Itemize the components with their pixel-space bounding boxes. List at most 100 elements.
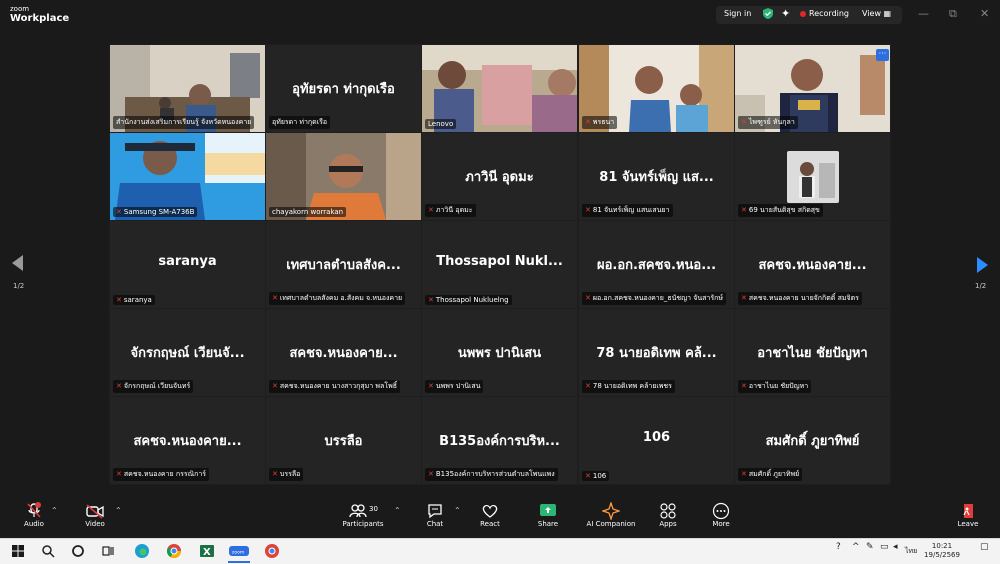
mic-muted-icon: ✕ (585, 472, 591, 480)
participant-label-text: Lenovo (428, 120, 454, 128)
pen-icon[interactable]: ✎ (866, 543, 874, 552)
participant-tile[interactable]: Lenovo (422, 45, 577, 132)
excel-icon[interactable]: X (199, 543, 215, 559)
restore-button[interactable]: ⧉ (949, 7, 957, 21)
participant-tile[interactable]: 78 นายอดิเทพ คล้... ✕ 78 นายอดิเทพ คล้ายเพ… (579, 309, 734, 396)
participant-tile[interactable]: นพพร ปานิเสน ✕ นพพร ปานิเสน (422, 309, 577, 396)
shield-check-icon[interactable] (763, 8, 773, 19)
search-icon[interactable] (40, 543, 56, 559)
participant-label-text: ไพฑูรย์ หันกุลา (748, 118, 795, 126)
audio-options-chevron-icon[interactable]: ⌃ (51, 506, 58, 515)
windows-start-icon[interactable] (10, 543, 26, 559)
participant-label-text: 106 (592, 472, 607, 480)
participant-display-name: ภาวินี อุดมะ (465, 170, 534, 185)
participant-tile[interactable]: สคชจ.หนองคาย... ✕ สคชจ.หนองคาย นายจักกิตติ… (735, 221, 890, 308)
participant-name-label: ✕ สคชจ.หนองคาย กรรณิการ์ (113, 468, 210, 481)
clock[interactable]: 10:21 19/5/2569 (922, 542, 962, 560)
participant-tile[interactable]: Thossapol Nukl... ✕ Thossapol Nukluelng (422, 221, 577, 308)
tray-chevron-icon[interactable]: ^ (852, 543, 860, 552)
participants-button[interactable]: 30 Participants (333, 502, 393, 528)
recording-indicator[interactable]: Recording (800, 9, 849, 18)
language-indicator[interactable]: ไทย (905, 547, 917, 556)
next-page-arrow-icon[interactable] (977, 257, 988, 273)
participant-tile[interactable]: chayakorn worrakan (266, 133, 421, 220)
participant-tile[interactable]: บรรลือ ✕ บรรลือ (266, 397, 421, 484)
sparkle-icon[interactable]: ✦ (781, 7, 790, 20)
participant-tile[interactable]: B135องค์การบริห... ✕ B135องค์การบริหารส่วน… (422, 397, 577, 484)
participant-label-text: B135องค์การบริหารส่วนตำบลโพนแพง (435, 470, 555, 478)
participant-tile[interactable]: ✕ 69 นายสันติสุข สกิดสุข (735, 133, 890, 220)
mic-muted-icon: ✕ (741, 118, 747, 126)
chrome-window-icon[interactable] (264, 543, 280, 559)
participant-tile[interactable]: ผอ.อก.สคชจ.หนอ... ✕ ผอ.อก.สคชจ.หนองคาย_ธนั… (579, 221, 734, 308)
participant-label-text: สำนักงานส่งเสริมการเรียนรู้ จังหวัดหนองค… (116, 118, 252, 126)
mic-muted-icon: ✕ (428, 296, 434, 304)
mic-muted-icon: ✕ (116, 208, 122, 216)
edge-browser-icon[interactable] (134, 543, 150, 559)
participant-name-label: ✕ อาชาไนย ชัยปัญหา (738, 380, 812, 393)
participant-tile[interactable]: สำนักงานส่งเสริมการเรียนรู้ จังหวัดหนองค… (110, 45, 265, 132)
participant-tile[interactable]: 106 ✕ 106 (579, 397, 734, 484)
participant-display-name: สคชจ.หนองคาย... (133, 434, 242, 449)
record-dot-icon (800, 10, 806, 17)
participant-tile[interactable]: ✕ พรธนา (579, 45, 734, 132)
participants-count: 30 (369, 505, 378, 513)
close-button[interactable]: ✕ (980, 7, 989, 20)
more-button[interactable]: More (691, 502, 751, 528)
participant-tile[interactable]: สคชจ.หนองคาย... ✕ สคชจ.หนองคาย นางสาวกุสุม… (266, 309, 421, 396)
participant-tile[interactable]: จักรกฤษณ์ เวียนจั... ✕ จักรกฤษณ์ เวียนจันท… (110, 309, 265, 396)
sign-in-link[interactable]: Sign in (724, 9, 751, 18)
gallery-options-button[interactable]: ··· (876, 49, 889, 61)
participant-display-name: เทศบาลตำบลสังค... (286, 258, 401, 273)
apps-button[interactable]: Apps (638, 502, 698, 528)
participant-tile[interactable]: saranya ✕ saranya (110, 221, 265, 308)
apps-icon (638, 502, 698, 520)
mic-muted-icon: ✕ (428, 382, 434, 390)
leave-door-icon (938, 502, 998, 520)
ai-companion-button[interactable]: AI Companion (581, 500, 641, 528)
participant-name-label: ✕ 106 (582, 471, 610, 481)
mic-muted-icon: ✕ (741, 470, 747, 478)
task-view-icon[interactable] (100, 543, 116, 559)
clock-time: 10:21 (931, 542, 953, 550)
network-icon[interactable]: ▭ (880, 543, 889, 552)
ai-sparkle-icon (581, 500, 641, 522)
participant-tile[interactable]: ภาวินี อุดมะ ✕ ภาวินี อุดมะ (422, 133, 577, 220)
participant-label-text: Samsung SM-A736B (123, 208, 195, 216)
view-button[interactable]: View ▦ (862, 9, 891, 18)
participant-tile[interactable]: อาชาไนย ชัยปัญหา ✕ อาชาไนย ชัยปัญหา (735, 309, 890, 396)
zoom-taskbar-icon[interactable]: zoom (229, 543, 249, 559)
participants-options-chevron-icon[interactable]: ⌃ (394, 506, 401, 515)
participant-tile[interactable]: สคชจ.หนองคาย... ✕ สคชจ.หนองคาย กรรณิการ์ (110, 397, 265, 484)
chrome-icon[interactable] (166, 543, 182, 559)
share-button[interactable]: Share (518, 502, 578, 528)
volume-icon[interactable]: ◂ (893, 543, 898, 552)
participant-tile[interactable]: อุทัยรดา ท่ากุดเรือ อุทัยรดา ท่ากุดเรือ (266, 45, 421, 132)
participant-display-name: จักรกฤษณ์ เวียนจั... (130, 346, 245, 361)
leave-button[interactable]: Leave (938, 502, 998, 528)
participant-name-label: ✕ สคชจ.หนองคาย นางสาวกุสุมา พลโพธิ์ (269, 380, 400, 393)
video-options-chevron-icon[interactable]: ⌃ (115, 506, 122, 515)
react-button[interactable]: React (460, 502, 520, 528)
participant-tile[interactable]: ✕ ไพฑูรย์ หันกุลา (735, 45, 890, 132)
mic-muted-icon: ✕ (741, 294, 747, 302)
video-label: Video (85, 520, 105, 528)
page-indicator-right: 1/2 (975, 282, 987, 290)
prev-page-arrow-icon[interactable] (12, 255, 23, 271)
participant-name-label: ✕ saranya (113, 295, 155, 305)
minimize-button[interactable]: — (918, 7, 929, 20)
help-icon[interactable]: ? (836, 543, 841, 552)
logo-bottom: Workplace (10, 13, 70, 24)
notification-icon[interactable]: ▢ (980, 543, 989, 552)
more-label: More (712, 520, 730, 528)
video-gallery: สำนักงานส่งเสริมการเรียนรู้ จังหวัดหนองค… (109, 44, 891, 485)
participant-tile[interactable]: สมศักดิ์ ภูยาทิพย์ ✕ สมศักดิ์ ภูยาทิพย์ (735, 397, 890, 484)
cortana-circle-icon[interactable] (70, 543, 86, 559)
participant-display-name: Thossapol Nukl... (436, 254, 563, 269)
participant-name-label: อุทัยรดา ท่ากุดเรือ (269, 116, 331, 129)
participant-name-label: ✕ 81 จันทร์เพ็ญ แสนเสนยา (582, 204, 673, 217)
participant-tile[interactable]: เทศบาลตำบลสังค... ✕ เทศบาลตำบลสังคม อ.สังค… (266, 221, 421, 308)
mic-muted-icon: ✕ (741, 382, 747, 390)
participant-tile[interactable]: 81 จันทร์เพ็ญ แส... ✕ 81 จันทร์เพ็ญ แสนเสน… (579, 133, 734, 220)
participant-tile[interactable]: ✕ Samsung SM-A736B (110, 133, 265, 220)
